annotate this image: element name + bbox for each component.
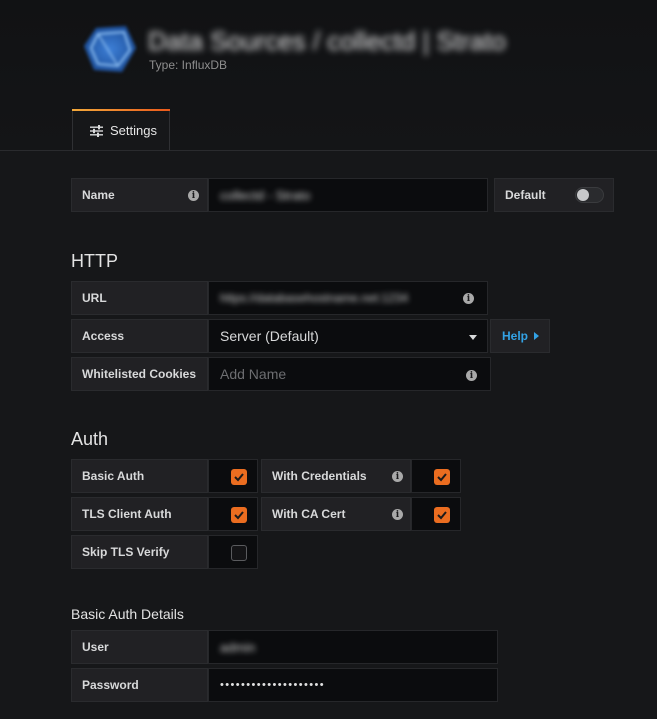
name-label-text: Name [82,188,115,202]
with-credentials-label: With Credentials i [261,459,411,493]
help-label: Help [502,329,529,343]
basic-auth-details-heading: Basic Auth Details [71,606,184,622]
checkmark-icon [437,511,447,520]
datasource-type: Type: InfluxDB [149,58,228,72]
tls-client-auth-label: TLS Client Auth [71,497,208,531]
password-input[interactable]: •••••••••••••••••••• [208,668,498,702]
with-ca-cert-checkbox-field [411,497,461,531]
tab-settings[interactable]: Settings [72,109,170,150]
skip-tls-verify-checkbox[interactable] [231,545,247,561]
whitelisted-cookies-input[interactable]: Add Name i [208,357,491,391]
whitelisted-cookies-label: Whitelisted Cookies [71,357,208,391]
tab-label: Settings [110,123,157,138]
checkmark-icon [234,473,244,482]
user-label: User [71,630,208,664]
cookies-placeholder: Add Name [220,366,287,382]
page-title: Data Sources / collectd | Strato [148,26,506,56]
with-credentials-checkbox[interactable] [434,469,450,485]
checkmark-icon [437,473,447,482]
tls-client-auth-text: TLS Client Auth [82,507,172,521]
access-select[interactable]: Server (Default) [208,319,488,353]
info-icon[interactable]: i [392,471,403,482]
with-credentials-text: With Credentials [272,469,367,483]
basic-auth-checkbox[interactable] [231,469,247,485]
access-label: Access [71,319,208,353]
url-label: URL [71,281,208,315]
help-button[interactable]: Help [490,319,550,353]
skip-tls-verify-checkbox-field [208,535,258,569]
info-icon[interactable]: i [463,293,474,304]
toggle-knob [577,189,589,201]
access-value: Server (Default) [220,328,319,344]
password-value: •••••••••••••••••••• [220,679,326,691]
default-toggle[interactable] [575,187,604,203]
url-label-text: URL [82,291,107,305]
sliders-icon [90,124,103,137]
with-credentials-checkbox-field [411,459,461,493]
with-ca-cert-text: With CA Cert [272,507,346,521]
tls-client-auth-checkbox-field [208,497,258,531]
skip-tls-verify-label: Skip TLS Verify [71,535,208,569]
with-ca-cert-checkbox[interactable] [434,507,450,523]
password-label: Password [71,668,208,702]
name-label: Name i [71,178,208,212]
url-input[interactable]: https://databasehostname.net:1234 i [208,281,488,315]
auth-heading: Auth [71,429,109,449]
skip-tls-text: Skip TLS Verify [82,545,170,559]
info-icon[interactable]: i [188,190,199,201]
password-label-text: Password [82,678,139,692]
tls-client-auth-checkbox[interactable] [231,507,247,523]
user-label-text: User [82,640,109,654]
user-value: admin [220,639,256,655]
access-label-text: Access [82,329,125,343]
default-label: Default [505,188,546,202]
checkmark-icon [234,511,244,520]
url-value: https://databasehostname.net:1234 [220,291,409,305]
info-icon[interactable]: i [466,370,477,381]
caret-right-icon [534,332,540,340]
basic-auth-label: Basic Auth [71,459,208,493]
with-ca-cert-label: With CA Cert i [261,497,411,531]
influxdb-logo-icon [84,26,136,72]
name-input[interactable]: collectd - Strato [208,178,488,212]
cookies-label-text: Whitelisted Cookies [82,367,197,381]
basic-auth-text: Basic Auth [82,469,145,483]
info-icon[interactable]: i [392,509,403,520]
user-input[interactable]: admin [208,630,498,664]
basic-auth-checkbox-field [208,459,258,493]
chevron-down-icon [469,335,477,340]
page-header: Data Sources / collectd | Strato Type: I… [0,0,657,151]
http-heading: HTTP [71,251,118,271]
name-value: collectd - Strato [220,187,311,203]
